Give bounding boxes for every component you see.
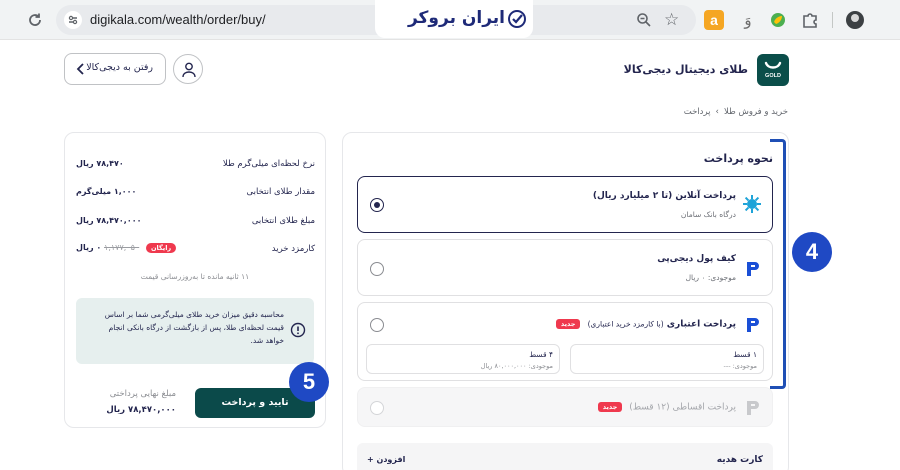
fee-label: کارمزد خرید [271, 244, 315, 254]
option-credit-title: پرداخت اعتباری (با کارمزد خرید اعتباری) … [555, 319, 736, 330]
option-credit-title-extra: (با کارمزد خرید اعتباری) [587, 319, 664, 329]
gift-card-row[interactable]: کارت هدیه افزودن + [357, 443, 773, 470]
fee-new-value: ۰ ریال [76, 243, 102, 252]
gold-rate-value: ۷۸,۴۷۰ ریال [76, 159, 124, 168]
payment-option-wallet[interactable]: کیف پول دیجی‌پی موجودی: ۰ ریال [357, 239, 773, 296]
final-amount-value: ۷۸,۴۷۰,۰۰۰ ریال [106, 405, 176, 415]
option-credit-title-text: پرداخت اعتباری [666, 319, 736, 330]
option-online-title: پرداخت آنلاین (تا ۲ میلیارد ریال) [592, 191, 736, 201]
payment-option-installments: پرداخت اقساطی (۱۲ قسط) جدید [357, 387, 773, 427]
user-icon [182, 62, 196, 78]
option-online-subtitle: درگاه بانک سامان [680, 210, 736, 219]
leaf-extension-icon[interactable] [768, 10, 788, 30]
saman-bank-icon [743, 195, 761, 213]
radio-installments [370, 401, 384, 415]
breadcrumb: خرید و فروش طلا › پرداخت [684, 107, 788, 117]
installment-1-value: موجودی: --- [723, 362, 758, 370]
payment-option-online[interactable]: پرداخت آنلاین (تا ۲ میلیارد ریال) درگاه … [357, 176, 773, 233]
farsi-extension-icon[interactable]: وَ [738, 10, 758, 30]
logo-gold-text: GOLD [765, 73, 781, 79]
smile-logo-icon [764, 61, 782, 69]
chevron-left-icon [76, 63, 84, 75]
reload-icon[interactable] [26, 11, 44, 29]
option-wallet-balance: موجودی: ۰ ریال [685, 273, 736, 282]
gold-amount-value: ۱,۰۰۰ میلی‌گرم [76, 187, 137, 196]
back-to-digikala-button[interactable]: رفتن به دیجی‌کالا [64, 53, 166, 85]
payment-option-credit[interactable]: پرداخت اعتباری (با کارمزد خرید اعتباری) … [357, 302, 773, 381]
fee-old-value: ۱,۱۷۷,۰۵۰ [104, 243, 140, 252]
digipay-installment-icon [747, 401, 759, 415]
step-4-marker: 4 [792, 232, 832, 272]
digipay-icon [747, 262, 759, 276]
profile-avatar[interactable] [846, 11, 864, 29]
option-wallet-title: کیف پول دیجی‌پی [657, 254, 736, 264]
installment-4-value: موجودی: ۸۰,۰۰۰,۰۰۰ ریال [480, 362, 553, 370]
annotation-bracket [770, 139, 786, 389]
radio-credit[interactable] [370, 318, 384, 332]
toolbar-divider [832, 12, 833, 28]
page-title: طلای دیجیتال دیجی‌کالا [623, 63, 748, 76]
gold-price-label: مبلغ طلای انتخابی [251, 216, 315, 226]
gold-amount-label: مقدار طلای انتخابی [246, 187, 316, 197]
watermark-logo: ایران بروکر [375, 0, 533, 38]
site-settings-icon[interactable] [64, 11, 82, 29]
info-icon [290, 322, 306, 338]
installment-1-label: ۱ قسط [733, 350, 757, 359]
payment-method-title: نحوه پرداخت [703, 152, 773, 165]
zoom-icon[interactable] [636, 12, 652, 28]
radio-online[interactable] [370, 198, 384, 212]
final-amount-label: مبلغ نهایی پرداختی [109, 389, 176, 399]
installment-4-label: ۴ قسط [529, 350, 553, 359]
url-text[interactable]: digikala.com/wealth/order/buy/ [90, 12, 266, 27]
gift-card-title: کارت هدیه [716, 455, 763, 465]
new-badge: جدید [555, 319, 581, 329]
amazon-extension-icon[interactable]: a [704, 10, 724, 30]
breadcrumb-item-buy-sell[interactable]: خرید و فروش طلا [724, 107, 788, 117]
info-notice: محاسبه دقیق میزان خرید طلای میلی‌گرمی شم… [76, 298, 314, 364]
step-5-marker: 5 [289, 362, 329, 402]
option-installments-title-text: پرداخت اقساطی (۱۲ قسط) [629, 402, 736, 413]
breadcrumb-item-payment: پرداخت [683, 107, 711, 117]
extensions-puzzle-icon[interactable] [800, 10, 820, 30]
bookmark-star-icon[interactable]: ☆ [664, 10, 679, 30]
installment-4-box[interactable]: ۴ قسط موجودی: ۸۰,۰۰۰,۰۰۰ ریال [366, 344, 560, 374]
check-logo-icon [508, 10, 526, 28]
fee-value: رایگان ۱,۱۷۷,۰۵۰ ۰ ریال [76, 243, 177, 253]
digipay-credit-icon [747, 318, 759, 332]
radio-wallet[interactable] [370, 262, 384, 276]
installment-1-box[interactable]: ۱ قسط موجودی: --- [570, 344, 764, 374]
gold-price-value: ۷۸,۴۷۰,۰۰۰ ریال [76, 216, 142, 225]
option-installments-title: پرداخت اقساطی (۱۲ قسط) جدید [597, 402, 736, 413]
user-account-button[interactable] [173, 54, 203, 84]
gold-rate-label: نرخ لحظه‌ای میلی‌گرم طلا [222, 159, 315, 169]
new-badge-installments: جدید [597, 402, 623, 412]
back-button-label: رفتن به دیجی‌کالا [86, 62, 153, 73]
price-refresh-timer: ۱۱ ثانیه مانده تا به‌روزرسانی قیمت [140, 272, 250, 281]
digikala-gold-logo: GOLD [757, 54, 789, 86]
add-gift-card-button[interactable]: افزودن + [367, 455, 405, 464]
free-badge: رایگان [146, 243, 177, 253]
watermark-text: ایران بروکر [407, 8, 505, 28]
browser-toolbar: digikala.com/wealth/order/buy/ ☆ ایران ب… [0, 0, 900, 40]
info-notice-text: محاسبه دقیق میزان خرید طلای میلی‌گرمی شم… [104, 310, 284, 345]
breadcrumb-separator: › [715, 107, 719, 117]
